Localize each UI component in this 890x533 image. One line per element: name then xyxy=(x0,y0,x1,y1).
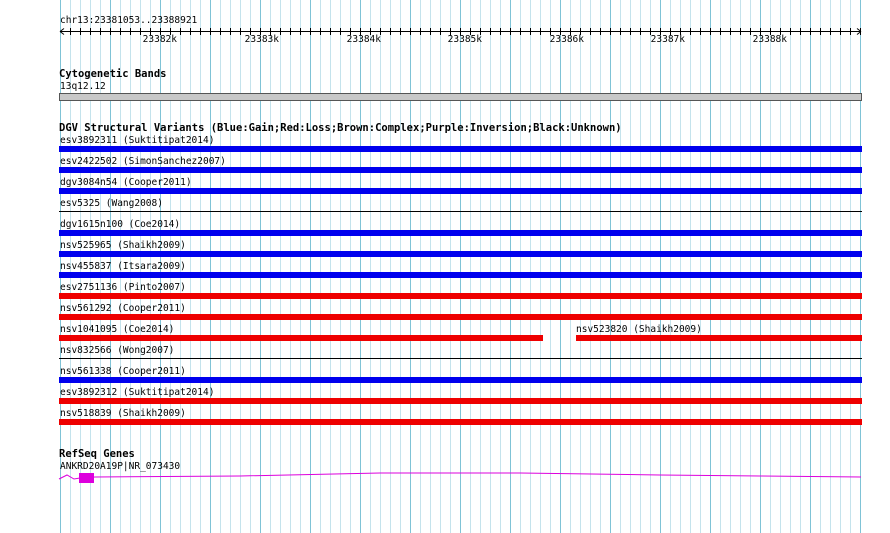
variant-bar[interactable] xyxy=(59,272,862,278)
ruler-tick-label: 23385k xyxy=(447,34,482,45)
ruler-tick-label: 23388k xyxy=(752,34,787,45)
gene-exon[interactable] xyxy=(79,473,94,483)
ruler-tick-label: 23382k xyxy=(142,34,177,45)
dgv-track-title: DGV Structural Variants (Blue:Gain;Red:L… xyxy=(59,122,622,134)
variant-bar[interactable] xyxy=(59,251,862,257)
refseq-track-title: RefSeq Genes xyxy=(59,448,135,460)
variant-label[interactable]: esv2422502 (SimonSanchez2007) xyxy=(60,156,226,167)
variant-label[interactable]: nsv518839 (Shaikh2009) xyxy=(60,408,186,419)
ruler-tick-label: 23383k xyxy=(244,34,279,45)
variant-label[interactable]: esv3892312 (Suktitipat2014) xyxy=(60,387,214,398)
variant-label[interactable]: nsv561338 (Cooper2011) xyxy=(60,366,186,377)
variant-label[interactable]: nsv561292 (Cooper2011) xyxy=(60,303,186,314)
variant-label[interactable]: nsv1041095 (Coe2014) xyxy=(60,324,174,335)
variant-bar[interactable] xyxy=(576,335,862,341)
variant-bar[interactable] xyxy=(59,146,862,152)
variant-line[interactable] xyxy=(59,358,862,359)
variant-label[interactable]: dgv1615n100 (Coe2014) xyxy=(60,219,180,230)
variant-bar[interactable] xyxy=(59,167,862,173)
genome-browser-view: chr13:23381053..23388921 23382k 23383k 233… xyxy=(0,0,890,533)
variant-label[interactable]: nsv832566 (Wong2007) xyxy=(60,345,174,356)
variant-bar[interactable] xyxy=(59,335,543,341)
variant-bar[interactable] xyxy=(59,230,862,236)
variant-bar[interactable] xyxy=(59,419,862,425)
variant-bar[interactable] xyxy=(59,293,862,299)
locus-label: chr13:23381053..23388921 xyxy=(60,15,198,26)
cytoband-bar[interactable] xyxy=(59,93,862,101)
variant-label[interactable]: esv2751136 (Pinto2007) xyxy=(60,282,186,293)
variant-bar[interactable] xyxy=(59,398,862,404)
ruler-tick-label: 23386k xyxy=(549,34,584,45)
ruler-tick-label: 23387k xyxy=(650,34,685,45)
variant-bar[interactable] xyxy=(59,377,862,383)
variant-label[interactable]: nsv523820 (Shaikh2009) xyxy=(576,324,702,335)
variant-bar[interactable] xyxy=(59,188,862,194)
variant-bar[interactable] xyxy=(59,314,862,320)
variant-line[interactable] xyxy=(59,211,862,212)
variant-label[interactable]: esv5325 (Wang2008) xyxy=(60,198,163,209)
variant-label[interactable]: nsv525965 (Shaikh2009) xyxy=(60,240,186,251)
cytoband-track-title: Cytogenetic Bands xyxy=(59,68,167,80)
variant-label[interactable]: nsv455837 (Itsara2009) xyxy=(60,261,186,272)
gene-label[interactable]: ANKRD20A19P|NR_073430 xyxy=(60,461,180,472)
variant-label[interactable]: esv3892311 (Suktitipat2014) xyxy=(60,135,214,146)
cytoband-label: 13q12.12 xyxy=(60,81,106,92)
ruler-tick-label: 23384k xyxy=(346,34,381,45)
variant-label[interactable]: dgv3084n54 (Cooper2011) xyxy=(60,177,192,188)
